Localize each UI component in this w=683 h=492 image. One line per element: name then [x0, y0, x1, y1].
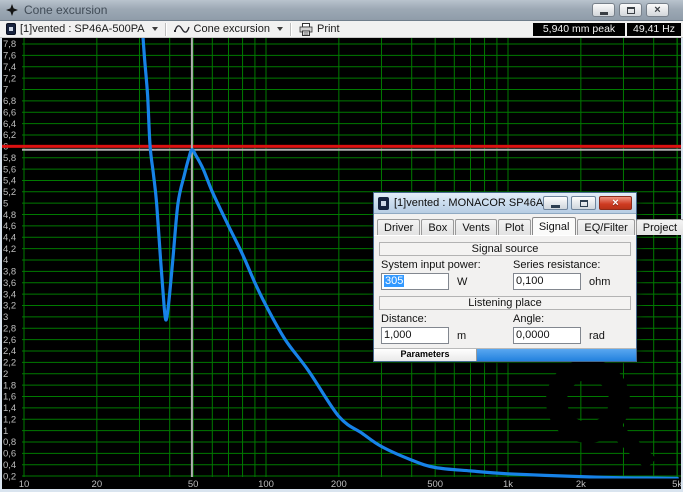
y-tick-label: 3,4: [3, 289, 16, 300]
dialog-bottom-bar: Parameters: [374, 348, 636, 361]
distance-field[interactable]: 1,000: [381, 327, 449, 344]
y-tick-label: 0,4: [3, 460, 16, 471]
y-tick-label: 0,2: [3, 471, 16, 482]
dialog-body: Signal source System input power: Series…: [374, 235, 636, 348]
tab-project[interactable]: Project: [636, 219, 683, 235]
excursion-limit-line: [2, 145, 681, 148]
distance-unit-label: m: [457, 330, 466, 342]
y-tick-label: 1,6: [3, 392, 16, 403]
y-tick-label: 4,8: [3, 210, 16, 221]
y-tick-label: 0,8: [3, 437, 16, 448]
y-tick-label: 3,6: [3, 278, 16, 289]
y-tick-label: 4,4: [3, 232, 16, 243]
y-tick-label: 4: [3, 255, 8, 266]
y-tick-label: 6,4: [3, 119, 16, 130]
y-tick-label: 7,4: [3, 62, 16, 73]
y-tick-label: 5: [3, 198, 8, 209]
distance-label: Distance:: [381, 313, 427, 325]
parameters-tab[interactable]: Parameters: [374, 349, 477, 361]
y-tick-label: 1,8: [3, 380, 16, 391]
y-tick-label: 5,4: [3, 176, 16, 187]
y-tick-label: 5,8: [3, 153, 16, 164]
y-tick-label: 4,2: [3, 244, 16, 255]
tab-driver[interactable]: Driver: [377, 219, 420, 235]
tab-eq-filter[interactable]: EQ/Filter: [577, 219, 634, 235]
system-input-power-label: System input power:: [381, 259, 481, 271]
cursor-horizontal-line: [22, 149, 681, 151]
y-tick-label: 6,6: [3, 107, 16, 118]
tab-vents[interactable]: Vents: [455, 219, 497, 235]
y-tick-label: 5,6: [3, 164, 16, 175]
cursor-vertical-line: [191, 38, 193, 477]
y-tick-label: 7,8: [3, 39, 16, 50]
y-tick-label: 2,2: [3, 358, 16, 369]
dialog-close-button[interactable]: ×: [599, 196, 632, 210]
power-unit-label: W: [457, 276, 467, 288]
dialog-title: [1]vented : MONACOR SP46A-500PA: [394, 197, 543, 209]
y-tick-label: 7,6: [3, 51, 16, 62]
series-resistance-label: Series resistance:: [513, 259, 600, 271]
y-tick-label: 1: [3, 426, 8, 437]
y-tick-label: 3: [3, 312, 8, 323]
y-tick-label: 7,2: [3, 73, 16, 84]
y-tick-label: 0,6: [3, 449, 16, 460]
y-tick-label: 6,8: [3, 96, 16, 107]
resistance-unit-label: ohm: [589, 276, 610, 288]
dialog-titlebar[interactable]: [1]vented : MONACOR SP46A-500PA ×: [374, 193, 636, 214]
y-tick-label: 2: [3, 369, 8, 380]
group-header-signal-source: Signal source: [379, 242, 631, 256]
cone-excursion-window: 0,20,40,60,811,21,41,61,822,22,42,62,833…: [0, 0, 683, 492]
y-tick-label: 3,8: [3, 267, 16, 278]
minimize-icon: [551, 205, 560, 208]
group-header-listening-place: Listening place: [379, 296, 631, 310]
y-tick-label: 4,6: [3, 221, 16, 232]
y-tick-label: 1,4: [3, 403, 16, 414]
tab-signal[interactable]: Signal: [532, 217, 577, 235]
dialog-minimize-button[interactable]: [543, 196, 568, 210]
y-tick-label: 7: [3, 85, 8, 96]
angle-label: Angle:: [513, 313, 544, 325]
y-tick-label: 2,8: [3, 323, 16, 334]
bottom-progress-bar: [477, 349, 636, 361]
tab-plot[interactable]: Plot: [498, 219, 531, 235]
angle-unit-label: rad: [589, 330, 605, 342]
signal-dialog: [1]vented : MONACOR SP46A-500PA × Driver…: [373, 192, 637, 362]
y-tick-label: 6,2: [3, 130, 16, 141]
close-icon: ×: [612, 198, 618, 208]
y-tick-label: 5,2: [3, 187, 16, 198]
system-input-power-field[interactable]: 305: [381, 273, 449, 290]
series-resistance-field[interactable]: 0,100: [513, 273, 581, 290]
tab-box[interactable]: Box: [421, 219, 454, 235]
maximize-icon: [580, 200, 588, 207]
dialog-tab-strip: Driver Box Vents Plot Signal EQ/Filter P…: [374, 214, 636, 235]
y-tick-label: 3,2: [3, 301, 16, 312]
y-tick-label: 1,2: [3, 414, 16, 425]
window-border-left: [0, 38, 2, 492]
y-tick-label: 2,4: [3, 346, 16, 357]
y-tick-label: 2,6: [3, 335, 16, 346]
dialog-icon: [378, 197, 389, 210]
system-input-power-value: 305: [384, 275, 404, 287]
angle-field[interactable]: 0,0000: [513, 327, 581, 344]
dialog-maximize-button[interactable]: [571, 196, 596, 210]
